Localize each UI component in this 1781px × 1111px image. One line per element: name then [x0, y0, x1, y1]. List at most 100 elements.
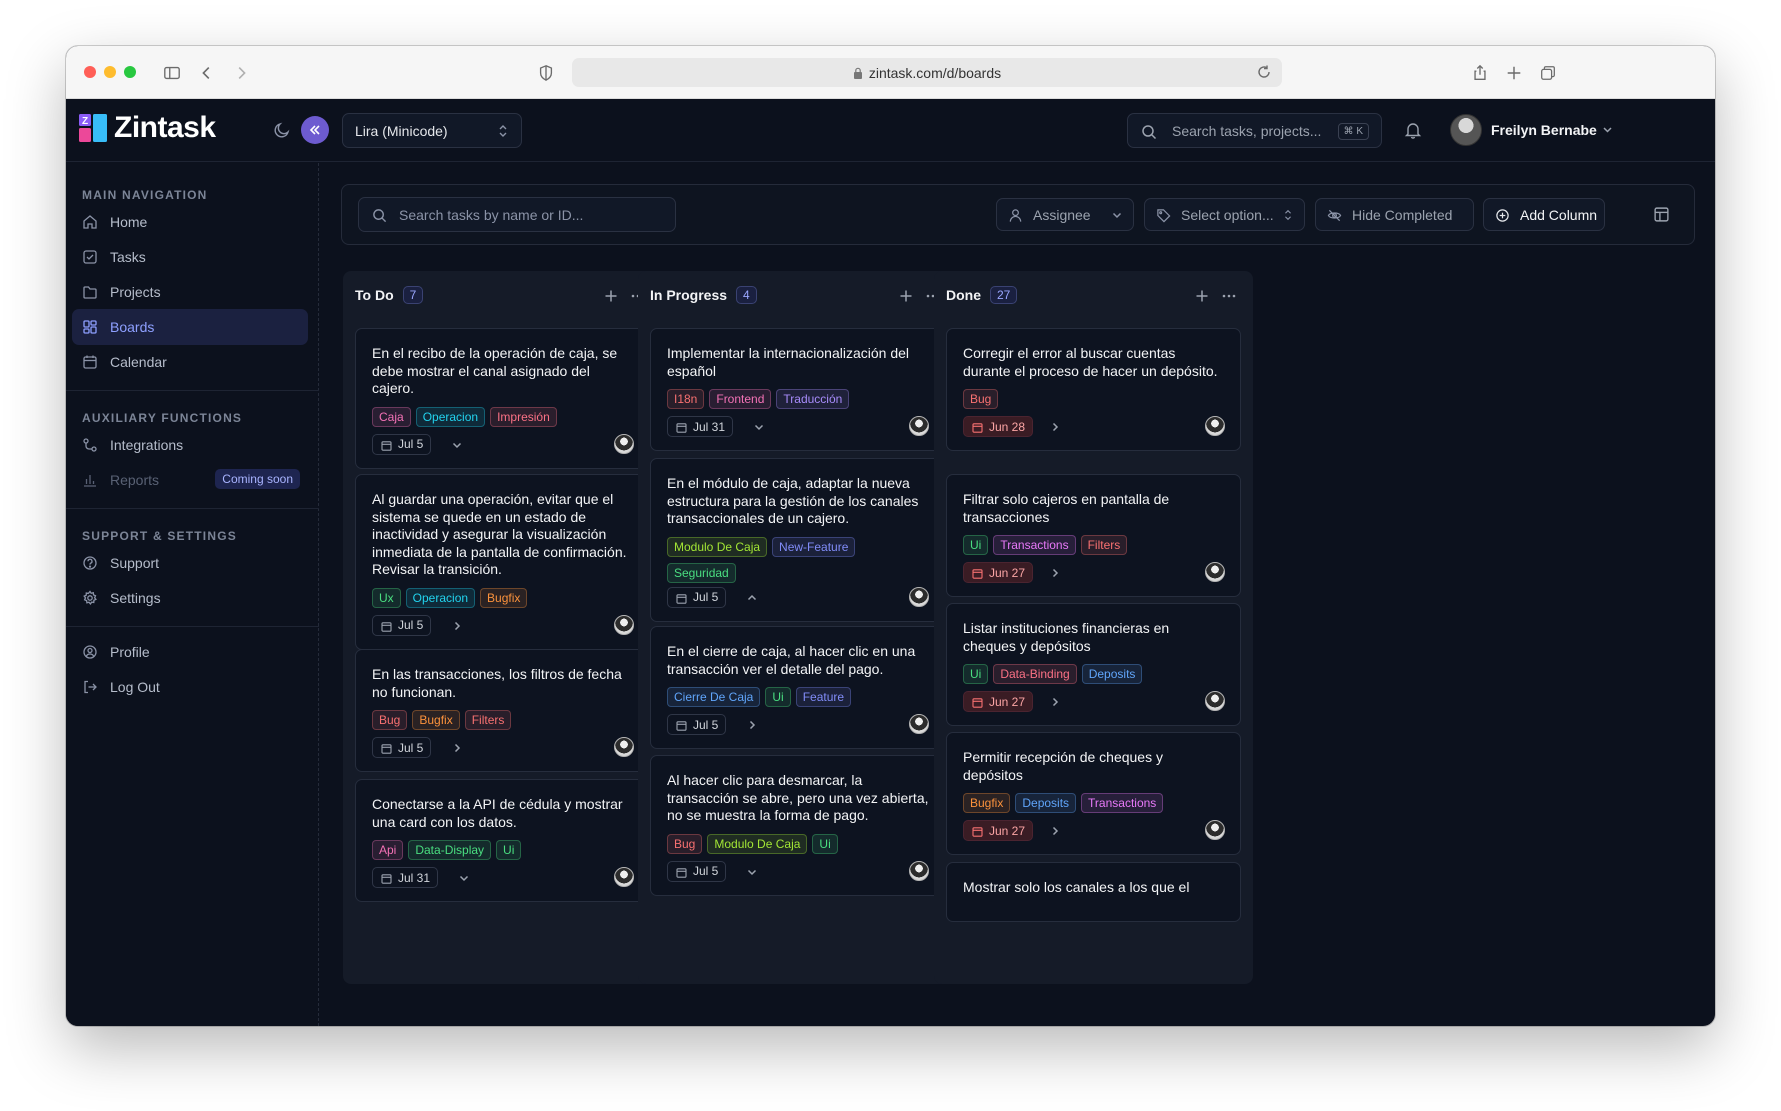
due-date-chip[interactable]: Jul 5	[372, 433, 432, 455]
more-options-icon[interactable]	[1221, 289, 1237, 303]
task-card[interactable]: Al hacer clic para desmarcar, la transac…	[650, 755, 945, 896]
assignee-avatar[interactable]	[614, 867, 634, 887]
task-card[interactable]: Al guardar una operación, evitar que el …	[355, 474, 650, 650]
browser-toolbar: zintask.com/d/boards	[66, 46, 1715, 99]
due-date-chip[interactable]: Jul 5	[667, 714, 727, 735]
assignee-filter[interactable]: Assignee	[996, 198, 1134, 231]
task-card[interactable]: En el módulo de caja, adaptar la nueva e…	[650, 458, 945, 622]
due-date-chip[interactable]: Jul 5	[667, 860, 727, 882]
zintask-logo-icon: Z	[79, 114, 107, 142]
tag-badge: Filters	[1080, 535, 1128, 555]
close-window-button[interactable]	[84, 66, 96, 78]
tag-select[interactable]: Select option...	[1144, 198, 1305, 231]
due-date-chip[interactable]: Jun 27	[963, 820, 1034, 841]
assignee-avatar[interactable]	[909, 860, 929, 881]
assignee-avatar[interactable]	[1205, 820, 1225, 840]
assignee-avatar[interactable]	[1205, 562, 1225, 582]
assignee-avatar[interactable]	[614, 614, 634, 635]
sidebar-item-boards[interactable]: Boards	[72, 309, 308, 345]
workspace-select[interactable]: Lira (Minicode)	[342, 113, 522, 148]
chevron-right-icon[interactable]	[1049, 696, 1061, 708]
add-card-icon[interactable]	[899, 289, 913, 303]
reload-icon[interactable]	[1256, 64, 1272, 80]
sidebar-item-calendar[interactable]: Calendar	[72, 344, 308, 380]
sidebar-toggle-icon[interactable]	[161, 62, 183, 84]
chevron-down-icon[interactable]	[458, 872, 470, 884]
address-bar[interactable]: zintask.com/d/boards	[572, 58, 1282, 87]
assignee-avatar[interactable]	[909, 586, 929, 607]
sidebar-item-integrations[interactable]: Integrations	[72, 427, 308, 463]
tab-overview-icon[interactable]	[1537, 62, 1559, 84]
chevron-right-icon[interactable]	[1049, 825, 1061, 837]
add-column-button[interactable]: Add Column	[1483, 198, 1605, 231]
due-date-chip[interactable]: Jun 27	[963, 562, 1034, 583]
minimize-window-button[interactable]	[104, 66, 116, 78]
task-card[interactable]: Listar instituciones financieras en cheq…	[946, 603, 1241, 726]
task-card[interactable]: En el recibo de la operación de caja, se…	[355, 328, 650, 469]
assignee-avatar[interactable]	[909, 416, 929, 436]
chevron-down-icon[interactable]	[451, 439, 463, 451]
due-date-chip[interactable]: Jul 31	[372, 867, 439, 888]
task-card[interactable]: Implementar la internacionalización del …	[650, 328, 945, 451]
due-date-chip[interactable]: Jul 5	[372, 737, 432, 758]
add-card-icon[interactable]	[604, 289, 618, 303]
sidebar-item-projects[interactable]: Projects	[72, 274, 308, 310]
add-card-icon[interactable]	[1195, 289, 1209, 303]
user-avatar[interactable]	[1450, 114, 1482, 146]
tag-badge: Modulo De Caja	[667, 536, 768, 557]
sidebar-item-home[interactable]: Home	[72, 204, 308, 240]
collapse-sidebar-button[interactable]	[301, 116, 329, 144]
shield-icon[interactable]	[535, 62, 557, 84]
task-card[interactable]: En el cierre de caja, al hacer clic en u…	[650, 626, 945, 749]
due-date-text: Jul 5	[693, 864, 719, 878]
theme-toggle-icon[interactable]	[273, 121, 291, 139]
chevron-up-icon[interactable]	[746, 592, 758, 604]
assignee-avatar[interactable]	[614, 737, 634, 757]
task-title: En el recibo de la operación de caja, se…	[372, 345, 618, 396]
calendar-icon	[676, 721, 687, 731]
task-card[interactable]: Corregir el error al buscar cuentas dura…	[946, 328, 1241, 451]
new-tab-icon[interactable]	[1503, 62, 1525, 84]
assignee-avatar[interactable]	[1205, 691, 1225, 711]
due-date-text: Jul 5	[398, 618, 424, 632]
bell-icon[interactable]	[1404, 121, 1422, 139]
task-card[interactable]: Permitir recepción de cheques y depósito…	[946, 732, 1241, 855]
chevron-down-icon[interactable]	[746, 866, 758, 878]
column-header: Done 27	[946, 286, 1018, 304]
chevron-right-icon[interactable]	[1049, 421, 1061, 433]
global-search-input[interactable]: Search tasks, projects... ⌘ K	[1127, 113, 1382, 148]
sidebar-item-tasks[interactable]: Tasks	[72, 239, 308, 275]
sidebar-item-support[interactable]: Support	[72, 545, 308, 581]
due-date-chip[interactable]: Jul 5	[667, 586, 727, 608]
task-card[interactable]: Filtrar solo cajeros en pantalla de tran…	[946, 474, 1241, 597]
assignee-avatar[interactable]	[909, 714, 929, 734]
chevron-right-icon[interactable]	[746, 719, 758, 731]
chevron-down-icon[interactable]	[753, 421, 765, 433]
share-icon[interactable]	[1469, 62, 1491, 84]
back-icon[interactable]	[196, 62, 218, 84]
hide-completed-toggle[interactable]: Hide Completed	[1315, 198, 1474, 231]
due-date-chip[interactable]: Jul 31	[667, 416, 734, 437]
task-card[interactable]: Mostrar solo los canales a los que el	[946, 862, 1241, 922]
column-title: In Progress	[650, 287, 728, 303]
task-search-input[interactable]: Search tasks by name or ID...	[358, 197, 676, 232]
assignee-avatar[interactable]	[614, 433, 634, 454]
chevron-right-icon[interactable]	[451, 620, 463, 632]
assignee-avatar[interactable]	[1205, 416, 1225, 436]
chevron-right-icon[interactable]	[1049, 567, 1061, 579]
layout-icon[interactable]	[1653, 206, 1670, 223]
task-card[interactable]: En las transacciones, los filtros de fec…	[355, 649, 650, 772]
due-date-chip[interactable]: Jun 28	[963, 416, 1034, 437]
maximize-window-button[interactable]	[124, 66, 136, 78]
chevron-down-icon[interactable]	[1601, 123, 1614, 136]
chevron-right-icon[interactable]	[451, 742, 463, 754]
sidebar-item-settings[interactable]: Settings	[72, 580, 308, 616]
forward-icon[interactable]	[230, 62, 252, 84]
calendar-icon	[972, 423, 983, 433]
sidebar-item-profile[interactable]: Profile	[72, 634, 308, 670]
user-name[interactable]: Freilyn Bernabe	[1491, 122, 1597, 138]
due-date-chip[interactable]: Jun 27	[963, 691, 1034, 712]
due-date-chip[interactable]: Jul 5	[372, 614, 432, 636]
task-card[interactable]: Conectarse a la API de cédula y mostrar …	[355, 779, 650, 902]
sidebar-item-logout[interactable]: Log Out	[72, 669, 308, 705]
